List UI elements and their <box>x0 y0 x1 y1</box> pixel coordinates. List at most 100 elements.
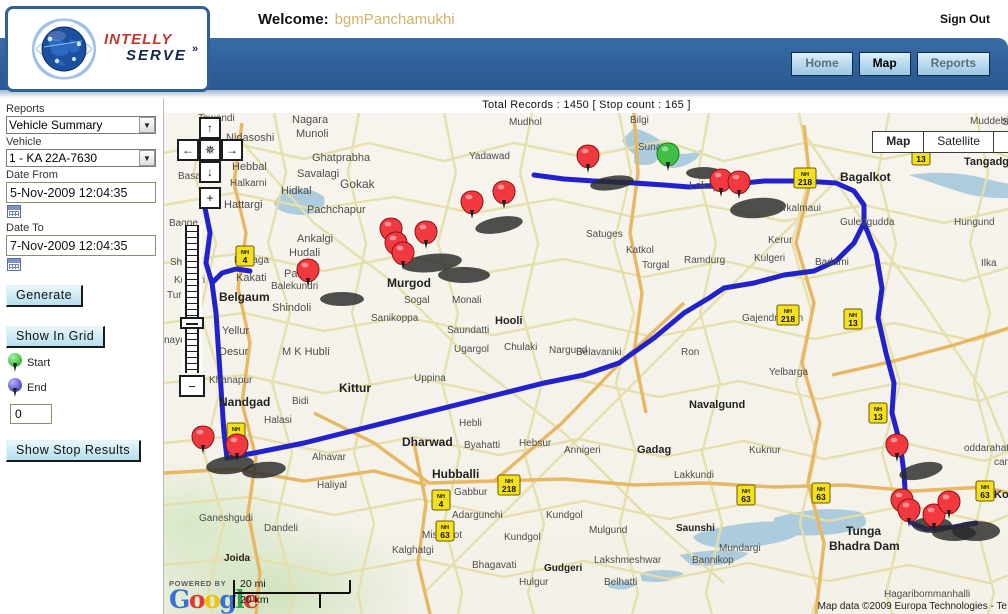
map-label: Shindoli <box>272 302 311 314</box>
map-label: Belhatti <box>604 577 637 588</box>
start-pin-icon <box>8 353 22 373</box>
nav-reports-button[interactable]: Reports <box>916 52 990 76</box>
map-label: Saunshi <box>676 523 715 534</box>
google-letter: G <box>169 585 190 614</box>
map-label: Bhadra Dam <box>829 539 900 553</box>
map-label: Haliyal <box>317 480 347 491</box>
stop-marker-icon[interactable] <box>576 144 600 173</box>
zoom-in-button[interactable]: + <box>199 187 221 209</box>
pan-up-button[interactable]: ↑ <box>199 117 221 139</box>
vehicle-select[interactable]: 1 - KA 22A-7630 <box>6 149 156 167</box>
app-logo[interactable]: INTELLY SERVE » <box>5 6 210 92</box>
map-label: Ugargol <box>454 344 489 355</box>
end-pin-icon <box>8 378 22 398</box>
stop-marker-icon[interactable] <box>492 180 516 209</box>
main-nav: Home Map Reports <box>791 52 990 76</box>
map-label: Kerur <box>768 235 793 246</box>
legend-start-row: Start <box>8 353 163 373</box>
date-from-input[interactable] <box>6 182 156 203</box>
stop-marker-icon[interactable] <box>191 425 215 454</box>
map-label: Halkarni <box>230 178 267 189</box>
zoom-slider-rail[interactable] <box>185 225 199 373</box>
map-status-bar: Total Records : 1450 [ Stop count : 165 … <box>164 98 1008 113</box>
map-label: Kerkalmaui <box>771 203 821 214</box>
map-label: Hungund <box>954 217 995 228</box>
zoom-slider-knob[interactable] <box>180 317 204 329</box>
calendar-icon-from[interactable] <box>7 205 21 218</box>
page-header: INTELLY SERVE » Welcome: bgmPanchamukhi S… <box>0 0 1008 98</box>
map-label: Belavaniki <box>576 347 622 358</box>
map-label: Ramdurg <box>684 255 725 266</box>
stop-count-input[interactable] <box>10 404 52 424</box>
highway-shield-icon: NH218 <box>497 474 521 496</box>
map-label: Kalghatgi <box>392 545 434 556</box>
calendar-icon-to[interactable] <box>7 258 21 271</box>
map-label: Desur <box>219 346 249 358</box>
map-label: Yelbarga <box>769 367 809 378</box>
reports-select[interactable]: Vehicle Summary <box>6 116 156 134</box>
show-in-grid-button[interactable]: Show In Grid <box>6 326 106 348</box>
map-label: Chulaki <box>504 342 537 353</box>
zoom-out-button[interactable]: − <box>179 375 205 397</box>
logo-text-serve: SERVE <box>126 47 187 64</box>
stop-marker-icon[interactable] <box>460 190 484 219</box>
svg-text:63: 63 <box>816 492 826 502</box>
stop-marker-icon[interactable] <box>414 220 438 249</box>
svg-text:218: 218 <box>798 177 812 187</box>
highway-shield-icon: NH13 <box>843 308 863 330</box>
map-type-satellite-button[interactable]: Satellite <box>924 132 994 152</box>
vehicle-field-label: Vehicle <box>6 136 42 148</box>
map-label: Hebsur <box>519 438 552 449</box>
show-stop-results-button[interactable]: Show Stop Results <box>6 440 142 462</box>
map-scale-bar: 20 mi 20 km <box>232 578 392 610</box>
map-label: Kundgol <box>546 510 583 521</box>
app-root: INTELLY SERVE » Welcome: bgmPanchamukhi S… <box>0 0 1008 614</box>
date-to-input[interactable] <box>6 235 156 256</box>
legend-end-row: End <box>8 378 163 398</box>
sign-out-link[interactable]: Sign Out <box>940 12 990 26</box>
zoom-slider[interactable] <box>179 225 205 373</box>
sidebar-panel: Reports Vehicle Summary ▼ Vehicle 1 - KA… <box>0 98 163 614</box>
welcome-text: Welcome: bgmPanchamukhi <box>258 11 455 28</box>
stop-marker-icon[interactable] <box>885 433 909 462</box>
map-type-terrain-button[interactable] <box>994 132 1008 152</box>
scale-km-label: 20 km <box>240 594 269 606</box>
highway-shield-icon: NH218 <box>776 304 800 326</box>
map-label: Ankalgi <box>297 233 333 245</box>
nav-map-button[interactable]: Map <box>858 52 911 76</box>
map-label: Gabbur <box>454 487 488 498</box>
nav-home-button[interactable]: Home <box>791 52 853 76</box>
map-label: Badami <box>815 257 849 268</box>
map-label: Navalgund <box>689 399 745 411</box>
map-label: Kakati <box>236 272 267 284</box>
center-map-button[interactable]: ✵ <box>199 139 221 161</box>
pan-down-button[interactable]: ↓ <box>199 161 221 183</box>
map-label: Torgal <box>642 260 669 271</box>
map-label: Annigeri <box>564 445 601 456</box>
svg-text:218: 218 <box>781 314 795 324</box>
generate-button[interactable]: Generate <box>6 285 84 307</box>
map-label: Savalagi <box>297 168 339 180</box>
map-label: Ron <box>681 347 699 358</box>
map-label: Bannikop <box>692 555 734 566</box>
map-label: camp <box>994 457 1008 468</box>
map-label: M K Hubli <box>282 346 330 358</box>
reports-field-label: Reports <box>6 103 45 115</box>
map-attribution: Map data ©2009 Europa Technologies - Te <box>817 601 1007 612</box>
highway-shield-icon: NH63 <box>811 482 831 504</box>
pan-left-button[interactable]: ← <box>177 139 199 161</box>
map-label: Hudali <box>289 247 320 259</box>
map-label: Mudhol <box>509 117 542 128</box>
map-canvas[interactable]: TawandiNagaraMunoliMudholBilgiMuddebihal… <box>164 113 1008 614</box>
map-label: Nagara <box>292 114 329 126</box>
map-label: Khanapur <box>209 375 253 386</box>
map-label: Lakshmeshwar <box>594 555 662 566</box>
map-label: Lakkundi <box>674 470 714 481</box>
stop-marker-icon[interactable] <box>727 170 751 199</box>
map-label: Bhagavati <box>472 560 516 571</box>
map-label: Murgod <box>387 276 431 290</box>
highway-shield-icon: NH4 <box>235 245 255 267</box>
map-label: Ilka <box>981 258 997 269</box>
pan-right-button[interactable]: → <box>221 139 243 161</box>
map-type-map-button[interactable]: Map <box>873 132 925 152</box>
